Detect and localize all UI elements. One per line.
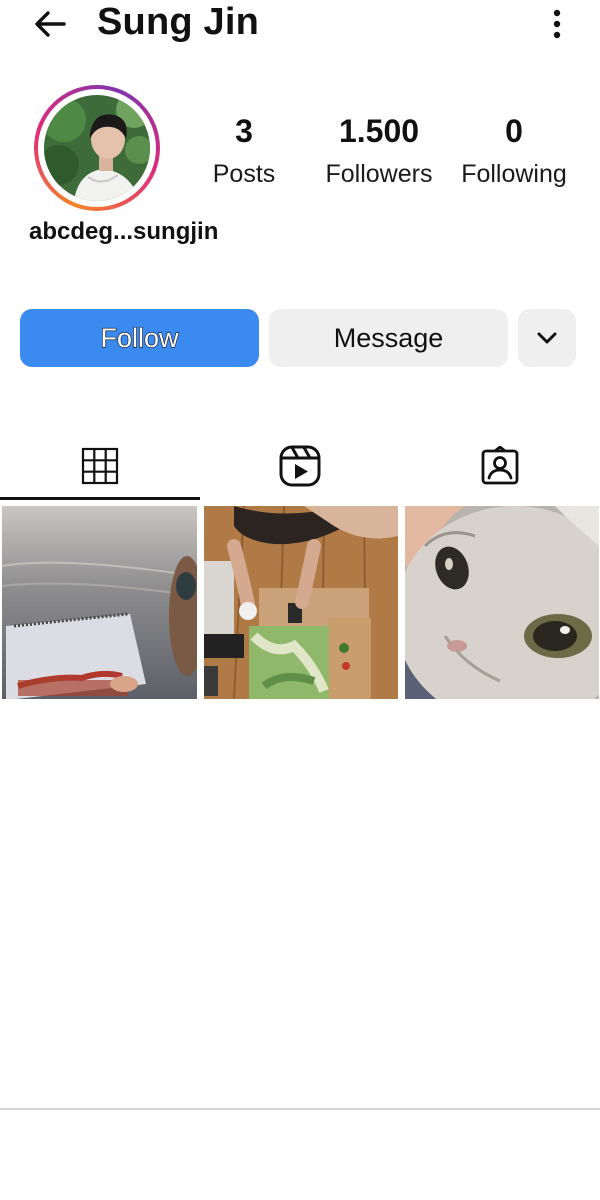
stat-followers[interactable]: 1.500 Followers bbox=[316, 112, 442, 190]
follow-button[interactable]: Follow bbox=[20, 309, 259, 367]
follow-button-label: Follow bbox=[100, 322, 179, 353]
bottom-divider bbox=[0, 1108, 600, 1110]
following-count: 0 bbox=[505, 113, 523, 149]
followers-label: Followers bbox=[325, 160, 433, 188]
more-options-button[interactable] bbox=[540, 6, 574, 42]
page-title: Sung Jin bbox=[97, 1, 260, 43]
back-button[interactable] bbox=[30, 6, 70, 42]
suggested-accounts-button[interactable] bbox=[518, 309, 576, 367]
message-button-label: Message bbox=[333, 322, 444, 353]
profile-username: abcdeg...sungjin bbox=[29, 218, 219, 245]
reels-icon bbox=[279, 445, 321, 487]
story-ring[interactable] bbox=[34, 85, 160, 211]
arrow-left-icon bbox=[35, 11, 66, 37]
stat-following[interactable]: 0 Following bbox=[452, 112, 576, 190]
posts-count: 3 bbox=[235, 113, 253, 149]
message-button[interactable]: Message bbox=[269, 309, 508, 367]
active-tab-indicator bbox=[0, 497, 200, 500]
profile-tabs bbox=[0, 430, 600, 502]
posts-label: Posts bbox=[212, 160, 276, 188]
avatar bbox=[44, 95, 150, 201]
post-thumbnail[interactable] bbox=[2, 506, 197, 699]
post-image-cat bbox=[405, 506, 599, 699]
grid-icon bbox=[81, 447, 119, 485]
tagged-icon bbox=[481, 446, 519, 485]
post-image-sketchbook-sea bbox=[2, 506, 197, 699]
tab-reels[interactable] bbox=[200, 430, 400, 502]
app-header: Sung Jin bbox=[0, 0, 600, 50]
stat-posts[interactable]: 3 Posts bbox=[200, 112, 288, 190]
tab-tagged[interactable] bbox=[400, 430, 600, 502]
post-thumbnail[interactable] bbox=[405, 506, 599, 699]
avatar-image bbox=[44, 95, 150, 201]
profile-page: Sung Jin 3 Posts 1.500 Followers 0 Follo… bbox=[0, 0, 600, 1200]
chevron-down-icon bbox=[537, 332, 557, 344]
more-vertical-icon bbox=[553, 9, 561, 39]
followers-count: 1.500 bbox=[338, 113, 420, 149]
tab-posts-grid[interactable] bbox=[0, 430, 200, 502]
following-label: Following bbox=[461, 160, 567, 188]
post-image-painting-floor bbox=[204, 506, 398, 699]
post-thumbnail[interactable] bbox=[204, 506, 398, 699]
